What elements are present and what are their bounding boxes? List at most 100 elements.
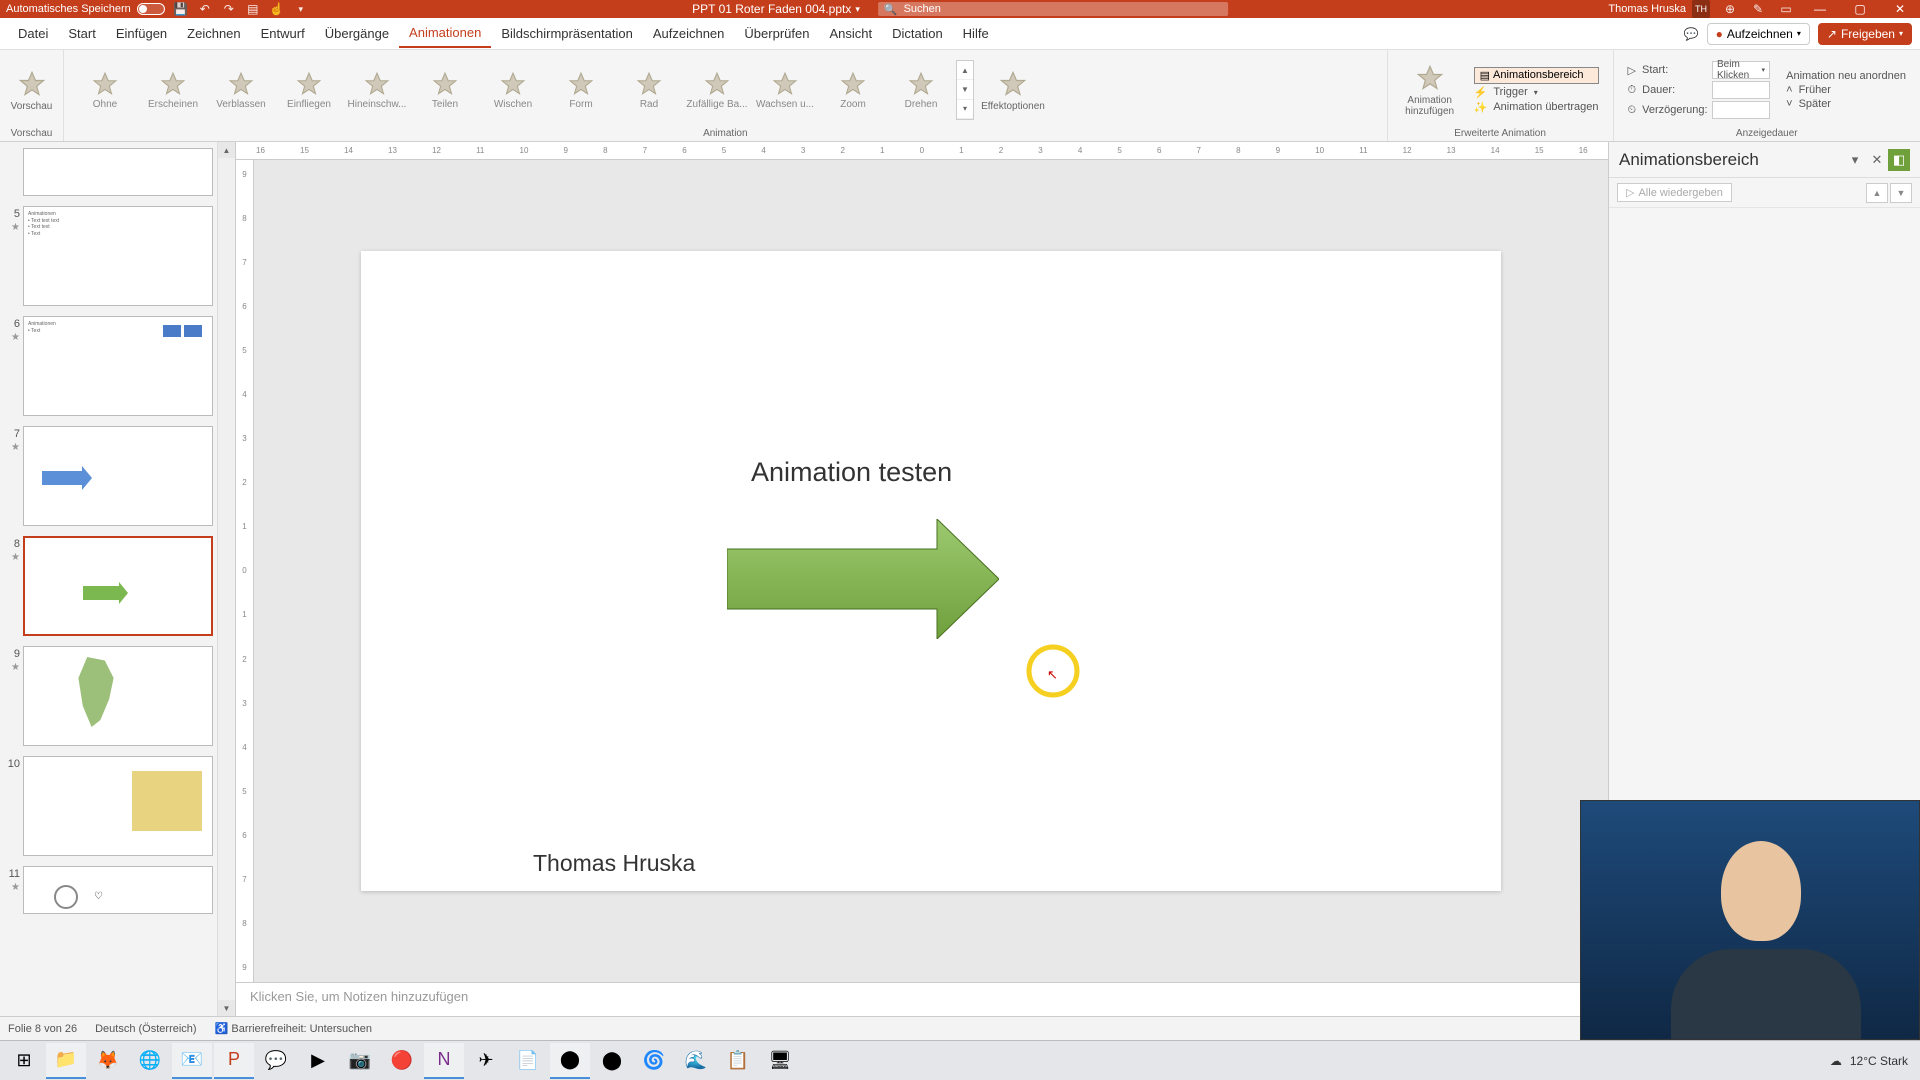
slide-counter[interactable]: Folie 8 von 26 xyxy=(8,1023,77,1035)
tab-datei[interactable]: Datei xyxy=(8,20,58,47)
app-icon[interactable]: 🔴 xyxy=(382,1043,422,1079)
app-icon[interactable]: 🌀 xyxy=(634,1043,674,1079)
anim-zoom[interactable]: Zoom xyxy=(820,67,886,114)
duration-input[interactable] xyxy=(1712,81,1770,99)
sync-icon[interactable]: ⊕ xyxy=(1722,1,1738,17)
share-button[interactable]: ↗ Freigeben ▾ xyxy=(1818,23,1912,45)
animation-pane-button[interactable]: ▤ Animationsbereich xyxy=(1474,67,1599,84)
effect-options-button[interactable]: Effektoptionen xyxy=(976,65,1050,116)
gallery-up-icon[interactable]: ▲ xyxy=(957,61,973,80)
move-down-button[interactable]: ▼ xyxy=(1890,183,1912,203)
scroll-down-icon[interactable]: ▼ xyxy=(218,1000,235,1016)
slide-title-text[interactable]: Animation testen xyxy=(751,457,952,488)
filename[interactable]: PPT 01 Roter Faden 004.pptx ▾ xyxy=(692,2,860,16)
anim-hineinschweben[interactable]: Hineinschw... xyxy=(344,67,410,114)
app-icon[interactable]: ⬤ xyxy=(592,1043,632,1079)
trigger-button[interactable]: ⚡ Trigger ▾ xyxy=(1474,86,1599,99)
weather-icon[interactable]: ☁ xyxy=(1830,1054,1842,1068)
telegram-icon[interactable]: ✈ xyxy=(466,1043,506,1079)
tab-bildschirmpraesentation[interactable]: Bildschirmpräsentation xyxy=(491,20,643,47)
tab-ueberpruefen[interactable]: Überprüfen xyxy=(734,20,819,47)
slide-thumb-8[interactable] xyxy=(23,536,213,636)
thumb-scrollbar[interactable]: ▲ ▼ xyxy=(217,142,235,1016)
gallery-down-icon[interactable]: ▼ xyxy=(957,80,973,99)
tab-start[interactable]: Start xyxy=(58,20,105,47)
tab-einfuegen[interactable]: Einfügen xyxy=(106,20,177,47)
anim-wischen[interactable]: Wischen xyxy=(480,67,546,114)
outlook-icon[interactable]: 📧 xyxy=(172,1043,212,1079)
record-button[interactable]: ● Aufzeichnen ▾ xyxy=(1707,23,1810,45)
slide-thumb-7[interactable] xyxy=(23,426,213,526)
anim-einfliegen[interactable]: Einfliegen xyxy=(276,67,342,114)
save-icon[interactable]: 💾 xyxy=(173,1,189,17)
slide-thumb-9[interactable] xyxy=(23,646,213,746)
tab-ansicht[interactable]: Ansicht xyxy=(819,20,882,47)
pane-dropdown-icon[interactable]: ▾ xyxy=(1844,149,1866,171)
delay-input[interactable] xyxy=(1712,101,1770,119)
app-icon[interactable]: 🖥 xyxy=(760,1043,800,1079)
move-earlier-button[interactable]: ˄Früher xyxy=(1786,84,1906,96)
tab-entwurf[interactable]: Entwurf xyxy=(251,20,315,47)
anim-erscheinen[interactable]: Erscheinen xyxy=(140,67,206,114)
animation-painter-button[interactable]: ✨ Animation übertragen xyxy=(1474,101,1599,114)
app-icon[interactable]: 💬 xyxy=(256,1043,296,1079)
tab-animationen[interactable]: Animationen xyxy=(399,19,491,48)
onenote-icon[interactable]: N xyxy=(424,1043,464,1079)
slide-footer-text[interactable]: Thomas Hruska xyxy=(533,850,695,877)
slide-thumb-5[interactable]: Animationen• Text text text• Text text• … xyxy=(23,206,213,306)
slide-thumb-10[interactable] xyxy=(23,756,213,856)
maximize-button[interactable]: ▢ xyxy=(1846,0,1874,18)
accessibility-status[interactable]: ♿ Barrierefreiheit: Untersuchen xyxy=(215,1022,372,1035)
chevron-down-icon[interactable]: ▾ xyxy=(855,4,860,15)
notes-pane[interactable]: Klicken Sie, um Notizen hinzuzufügen xyxy=(236,982,1608,1016)
anim-form[interactable]: Form xyxy=(548,67,614,114)
powerpoint-icon[interactable]: P xyxy=(214,1043,254,1079)
chrome-icon[interactable]: 🌐 xyxy=(130,1043,170,1079)
language-status[interactable]: Deutsch (Österreich) xyxy=(95,1023,196,1035)
anim-zufaellige[interactable]: Zufällige Ba... xyxy=(684,67,750,114)
vlc-icon[interactable]: ▶ xyxy=(298,1043,338,1079)
touch-mode-icon[interactable]: ☝ xyxy=(269,1,285,17)
search-input[interactable]: 🔍 Suchen xyxy=(878,2,1228,16)
anim-verblassen[interactable]: Verblassen xyxy=(208,67,274,114)
anim-wachsen[interactable]: Wachsen u... xyxy=(752,67,818,114)
user-account[interactable]: Thomas Hruska TH xyxy=(1608,0,1710,18)
move-later-button[interactable]: ˅Später xyxy=(1786,98,1906,110)
app-icon[interactable]: 📷 xyxy=(340,1043,380,1079)
tab-dictation[interactable]: Dictation xyxy=(882,20,953,47)
start-button[interactable]: ⊞ xyxy=(4,1043,44,1079)
scroll-up-icon[interactable]: ▲ xyxy=(218,142,235,158)
canvas-area[interactable]: Animation testen ↖ Thomas Hruska xyxy=(254,160,1608,982)
anim-drehen[interactable]: Drehen xyxy=(888,67,954,114)
weather-text[interactable]: 12°C Stark xyxy=(1850,1054,1908,1068)
gallery-more-icon[interactable]: ▾ xyxy=(957,100,973,119)
pane-close-icon[interactable]: ✕ xyxy=(1866,149,1888,171)
green-arrow-shape[interactable] xyxy=(727,519,999,639)
preview-button[interactable]: Vorschau xyxy=(8,65,55,116)
window-mode-icon[interactable]: ▭ xyxy=(1778,1,1794,17)
slide-canvas[interactable]: Animation testen ↖ Thomas Hruska xyxy=(361,251,1501,891)
tab-zeichnen[interactable]: Zeichnen xyxy=(177,20,250,47)
play-all-button[interactable]: ▷ Alle wiedergeben xyxy=(1617,183,1732,202)
slide-thumb-11[interactable]: ♡ xyxy=(23,866,213,914)
tab-aufzeichnen[interactable]: Aufzeichnen xyxy=(643,20,735,47)
anim-rad[interactable]: Rad xyxy=(616,67,682,114)
close-button[interactable]: ✕ xyxy=(1886,0,1914,18)
coming-soon-icon[interactable]: ✎ xyxy=(1750,1,1766,17)
edge-icon[interactable]: 🌊 xyxy=(676,1043,716,1079)
qat-dropdown-icon[interactable]: ▾ xyxy=(293,1,309,17)
start-dropdown[interactable]: Beim Klicken▾ xyxy=(1712,61,1770,79)
firefox-icon[interactable]: 🦊 xyxy=(88,1043,128,1079)
toggle-switch-icon[interactable] xyxy=(137,3,165,15)
slide-thumb-6[interactable]: Animationen• Text xyxy=(23,316,213,416)
redo-icon[interactable]: ↷ xyxy=(221,1,237,17)
tab-uebergaenge[interactable]: Übergänge xyxy=(315,20,399,47)
pane-undock-icon[interactable]: ◧ xyxy=(1888,149,1910,171)
animation-gallery[interactable]: Ohne Erscheinen Verblassen Einfliegen Hi… xyxy=(72,60,1050,120)
app-icon[interactable]: 📄 xyxy=(508,1043,548,1079)
comments-button[interactable]: 💬 xyxy=(1684,27,1699,41)
from-beginning-icon[interactable]: ▤ xyxy=(245,1,261,17)
undo-icon[interactable]: ↶ xyxy=(197,1,213,17)
slide-thumb-partial[interactable] xyxy=(23,148,213,196)
gallery-scroll[interactable]: ▲ ▼ ▾ xyxy=(956,60,974,120)
